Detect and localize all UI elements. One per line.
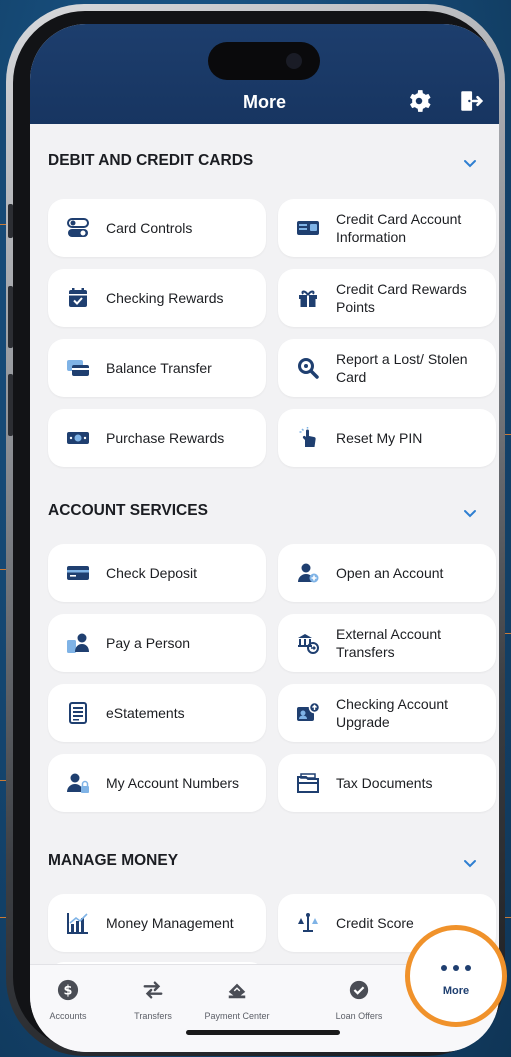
card-label: Checking Account Upgrade <box>336 696 449 730</box>
more-content: DEBIT AND CREDIT CARDS Card Controls Cre… <box>30 124 499 982</box>
report-lost-stolen-card-button[interactable]: Report a Lost/ Stolen Card <box>278 339 496 397</box>
chevron-down-icon[interactable] <box>462 855 478 871</box>
document-icon <box>69 702 87 724</box>
pay-person-icon <box>67 633 89 653</box>
user-lock-icon <box>67 773 89 793</box>
chevron-down-icon[interactable] <box>462 155 478 171</box>
section-header-manage-money[interactable]: MANAGE MONEY <box>48 852 488 876</box>
card-label: Check Deposit <box>106 565 198 581</box>
my-account-numbers-button[interactable]: My Account Numbers <box>48 754 266 812</box>
tab-label: More <box>442 985 470 997</box>
card-controls-button[interactable]: Card Controls <box>48 199 266 257</box>
tab-label: Payment Center <box>204 1011 270 1021</box>
badge-check-icon <box>349 980 369 1000</box>
estatements-button[interactable]: eStatements <box>48 684 266 742</box>
card-label: Balance Transfer <box>106 360 212 376</box>
money-management-button[interactable]: Money Management <box>48 894 266 952</box>
scale-icon <box>298 913 318 932</box>
purchase-rewards-button[interactable]: Purchase Rewards <box>48 409 266 467</box>
section-header-debit-credit[interactable]: DEBIT AND CREDIT CARDS <box>48 152 488 176</box>
payment-icon <box>228 983 246 999</box>
bank-transfer-icon <box>298 634 319 654</box>
toggle-switches-icon <box>67 218 89 237</box>
card-label: Tax Documents <box>336 775 433 791</box>
card-transfer-icon <box>67 360 89 376</box>
account-upgrade-icon <box>297 701 320 721</box>
check-deposit-button[interactable]: Check Deposit <box>48 544 266 602</box>
tab-more[interactable]: More <box>405 925 507 1027</box>
card-label: Open an Account <box>336 565 444 581</box>
reset-my-pin-button[interactable]: Reset My PIN <box>278 409 496 467</box>
tab-payment-center[interactable]: Payment Center <box>202 979 272 1021</box>
calendar-check-icon <box>69 288 87 307</box>
tab-label: Transfers <box>134 1011 172 1021</box>
magnifier-icon <box>298 358 319 379</box>
check-card-icon <box>67 566 89 580</box>
card-label: Reset My PIN <box>336 430 423 446</box>
dynamic-island <box>208 42 320 80</box>
phone-frame: More DEBIT AND CREDIT CARDS Card Control… <box>6 4 505 1056</box>
card-label: External Account Transfers <box>336 626 442 660</box>
section-title: ACCOUNT SERVICES <box>48 502 208 519</box>
section-header-account-services[interactable]: ACCOUNT SERVICES <box>48 502 488 526</box>
more-dots-icon <box>441 965 471 971</box>
balance-transfer-button[interactable]: Balance Transfer <box>48 339 266 397</box>
pay-a-person-button[interactable]: Pay a Person <box>48 614 266 672</box>
home-indicator <box>186 1030 340 1035</box>
card-label: My Account Numbers <box>106 775 240 791</box>
card-label: Report a Lost/ Stolen Card <box>336 351 468 385</box>
card-label: Credit Card Account Information <box>336 211 462 245</box>
app-screen: More DEBIT AND CREDIT CARDS Card Control… <box>30 24 499 1052</box>
app-header: More <box>30 24 499 124</box>
section-title: DEBIT AND CREDIT CARDS <box>48 152 254 169</box>
gear-icon[interactable] <box>406 88 432 114</box>
chart-icon <box>67 913 88 934</box>
card-label: Checking Rewards <box>106 290 224 306</box>
tab-label: Accounts <box>49 1011 87 1021</box>
logout-icon[interactable] <box>458 88 484 114</box>
transfer-arrows-icon <box>143 981 163 999</box>
chevron-down-icon[interactable] <box>462 505 478 521</box>
external-account-transfers-button[interactable]: External Account Transfers <box>278 614 496 672</box>
checking-account-upgrade-button[interactable]: Checking Account Upgrade <box>278 684 496 742</box>
card-label: Card Controls <box>106 220 193 236</box>
credit-card-info-icon <box>297 221 319 235</box>
section-title: MANAGE MONEY <box>48 852 179 869</box>
credit-card-rewards-points-button[interactable]: Credit Card Rewards Points <box>278 269 496 327</box>
folder-icon <box>297 773 319 793</box>
credit-card-account-info-button[interactable]: Credit Card Account Information <box>278 199 496 257</box>
checking-rewards-button[interactable]: Checking Rewards <box>48 269 266 327</box>
hand-tap-icon <box>299 427 316 447</box>
user-plus-icon <box>298 563 319 583</box>
svg-text:$: $ <box>64 984 73 999</box>
tax-documents-button[interactable]: Tax Documents <box>278 754 496 812</box>
open-an-account-button[interactable]: Open an Account <box>278 544 496 602</box>
tab-accounts[interactable]: $ Accounts <box>33 979 103 1021</box>
gift-icon <box>299 290 317 307</box>
card-label: Money Management <box>106 915 234 931</box>
money-bill-icon <box>67 432 89 444</box>
card-label: Credit Card Rewards Points <box>336 281 467 315</box>
dollar-circle-icon: $ <box>57 979 79 1001</box>
card-label: Purchase Rewards <box>106 430 225 446</box>
tab-label: Loan Offers <box>335 1011 383 1021</box>
tab-loan-offers[interactable]: Loan Offers <box>324 979 394 1021</box>
card-label: eStatements <box>106 705 185 721</box>
card-label: Pay a Person <box>106 635 191 651</box>
tab-transfers[interactable]: Transfers <box>118 979 188 1021</box>
